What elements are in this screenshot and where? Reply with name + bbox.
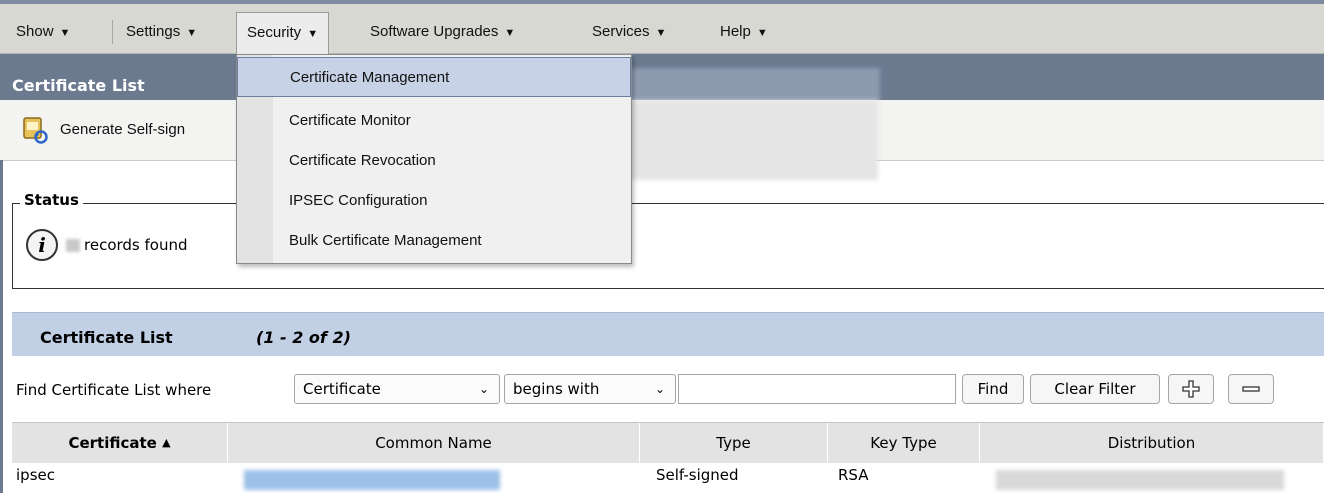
chevron-down-icon: ▼	[504, 27, 516, 39]
page-title-bar: Certificate List	[0, 54, 1324, 100]
menu-settings-label: Settings	[126, 23, 181, 40]
certificate-refresh-icon[interactable]	[22, 116, 48, 144]
search-input[interactable]	[678, 374, 956, 404]
menu-item-bulk-certificate-management[interactable]: Bulk Certificate Management	[237, 221, 631, 261]
operator-select-value: begins with	[513, 380, 600, 398]
column-header-common-name[interactable]: Common Name	[228, 423, 640, 463]
find-label: Find Certificate List where	[16, 381, 212, 399]
menu-settings[interactable]: Settings ▼	[126, 12, 197, 52]
chevron-down-icon: ▼	[186, 27, 198, 39]
minus-icon	[1242, 386, 1260, 392]
chevron-down-icon: ▼	[756, 27, 768, 39]
table-header: Certificate ▲ Common Name Type Key Type …	[12, 422, 1324, 463]
menu-services[interactable]: Services ▼	[592, 12, 666, 52]
chevron-down-icon: ▼	[59, 27, 71, 39]
menu-item-certificate-revocation[interactable]: Certificate Revocation	[237, 141, 631, 181]
security-dropdown-menu: Certificate Management Certificate Monit…	[236, 54, 632, 264]
sort-ascending-icon: ▲	[162, 436, 171, 449]
generate-self-signed-button[interactable]: Generate Self-sign	[60, 121, 185, 138]
menu-software-upgrades-label: Software Upgrades	[370, 23, 499, 40]
cell-key-type: RSA	[838, 466, 869, 484]
menu-security[interactable]: Security ▼	[236, 12, 330, 58]
field-select[interactable]: Certificate ⌄	[294, 374, 500, 404]
menu-software-upgrades[interactable]: Software Upgrades ▼	[370, 12, 515, 52]
chevron-down-icon: ⌄	[654, 382, 665, 396]
page-title: Certificate List	[12, 76, 145, 95]
status-message: records found	[84, 236, 188, 254]
redacted-distribution	[996, 470, 1284, 490]
menu-security-label: Security	[247, 24, 302, 41]
remove-filter-button[interactable]	[1228, 374, 1274, 404]
column-header-distribution[interactable]: Distribution	[980, 423, 1324, 463]
status-legend: Status	[20, 191, 83, 209]
menu-show-label: Show	[16, 23, 54, 40]
column-header-certificate[interactable]: Certificate ▲	[12, 423, 228, 463]
info-icon: i	[26, 229, 58, 261]
plus-icon	[1182, 380, 1200, 398]
left-border	[0, 160, 3, 493]
chevron-down-icon: ▼	[655, 27, 667, 39]
menu-item-certificate-management[interactable]: Certificate Management	[237, 57, 631, 97]
menu-divider	[112, 20, 113, 44]
find-button[interactable]: Find	[962, 374, 1024, 404]
cell-type: Self-signed	[656, 466, 739, 484]
certificate-list-header: Certificate List (1 - 2 of 2)	[12, 312, 1324, 357]
chevron-down-icon: ▼	[307, 28, 319, 40]
chevron-down-icon: ⌄	[478, 382, 489, 396]
menu-show[interactable]: Show ▼	[16, 12, 70, 52]
menu-help[interactable]: Help ▼	[720, 12, 768, 52]
add-filter-button[interactable]	[1168, 374, 1214, 404]
redacted-common-name	[244, 470, 500, 490]
top-menu-bar: Show ▼ Settings ▼ Security ▼ Software Upgra…	[0, 0, 1324, 58]
redacted-count	[66, 239, 80, 252]
column-header-type[interactable]: Type	[640, 423, 828, 463]
status-group	[12, 203, 1324, 289]
menu-services-label: Services	[592, 23, 650, 40]
menu-item-ipsec-configuration[interactable]: IPSEC Configuration	[237, 181, 631, 221]
column-header-key-type[interactable]: Key Type	[828, 423, 980, 463]
column-label: Certificate	[68, 434, 157, 452]
menu-help-label: Help	[720, 23, 751, 40]
field-select-value: Certificate	[303, 380, 381, 398]
clear-filter-button[interactable]: Clear Filter	[1030, 374, 1160, 404]
cell-certificate[interactable]: ipsec	[16, 466, 55, 484]
operator-select[interactable]: begins with ⌄	[504, 374, 676, 404]
toolbar: Generate Self-sign	[0, 100, 1324, 180]
menu-item-certificate-monitor[interactable]: Certificate Monitor	[237, 101, 631, 141]
